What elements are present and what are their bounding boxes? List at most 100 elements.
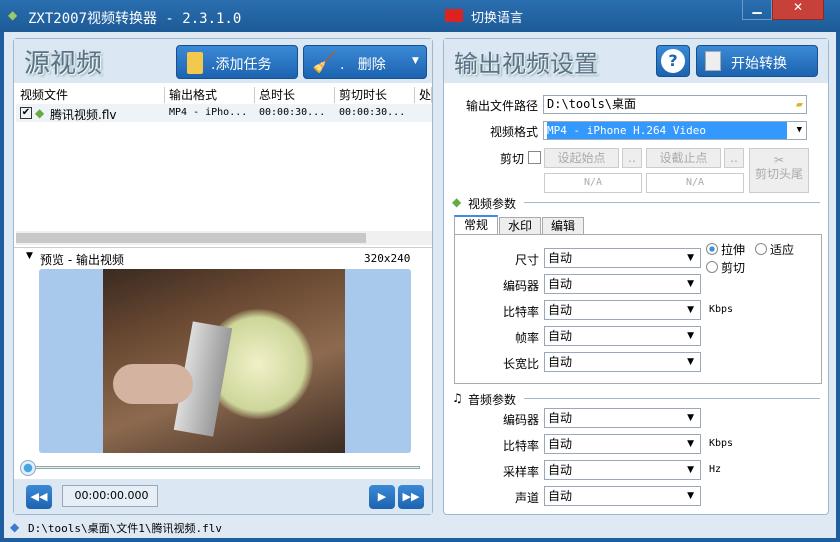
- param-value: 自动: [548, 277, 573, 291]
- row-checkbox[interactable]: ✔: [20, 107, 32, 119]
- delete-button[interactable]: 🧹 . 删除 ▼: [303, 45, 427, 79]
- preview-label: 预览 - 输出视频: [40, 253, 124, 267]
- end-time-value: N/A: [646, 173, 744, 193]
- info-icon: ◆: [10, 520, 20, 534]
- column-header-cut[interactable]: 剪切时长: [335, 87, 415, 103]
- tab-general[interactable]: 常规: [454, 215, 498, 235]
- horizontal-scrollbar[interactable]: [16, 231, 432, 245]
- fast-forward-button[interactable]: ▶▶: [398, 485, 424, 509]
- film-icon: ◆: [452, 195, 462, 209]
- status-path: D:\tools\桌面\文件1\腾讯视频.flv: [28, 522, 222, 535]
- source-panel: 源视频 .添加任务 🧹 . 删除 ▼ 视频文件 输出格式 总时长 剪切时长 处 …: [13, 38, 433, 515]
- video-params-label: 视频参数: [468, 197, 517, 211]
- column-header-file[interactable]: 视频文件: [16, 87, 165, 103]
- format-value: MP4 - iPhone H.264 Video: [547, 122, 787, 139]
- help-icon: ?: [661, 49, 685, 73]
- radio-crop-label: 剪切: [721, 261, 746, 275]
- preview-area: [39, 269, 411, 453]
- param-select[interactable]: 自动: [544, 486, 701, 506]
- param-label: 帧率: [514, 331, 539, 345]
- delete-label: . 删除: [340, 57, 386, 73]
- output-path-value: D:\tools\桌面: [547, 97, 637, 111]
- param-label: 采样率: [502, 465, 539, 479]
- cut-ends-button[interactable]: ✂ 剪切头尾: [749, 148, 809, 193]
- param-label: 比特率: [502, 305, 539, 319]
- window-title: ZXT2007视频转换器 - 2.3.1.0: [28, 11, 242, 27]
- param-label: 长宽比: [502, 357, 539, 371]
- folder-icon: [187, 52, 203, 74]
- param-select[interactable]: 自动: [544, 300, 701, 320]
- collapse-icon[interactable]: ▼: [26, 251, 33, 261]
- music-note-icon: ♫: [452, 391, 463, 405]
- source-title: 源视频: [24, 49, 103, 79]
- param-select[interactable]: 自动: [544, 274, 701, 294]
- radio-fit-label: 适应: [770, 243, 795, 257]
- param-value: 自动: [548, 355, 573, 369]
- dropdown-arrow-icon[interactable]: ▼: [412, 56, 419, 66]
- param-value: 自动: [548, 489, 573, 503]
- tab-watermark[interactable]: 水印: [499, 217, 541, 235]
- add-task-label: .添加任务: [211, 57, 272, 73]
- param-select[interactable]: 自动: [544, 248, 701, 268]
- convert-file-icon: [705, 51, 721, 71]
- minimize-button[interactable]: ▁: [742, 0, 772, 20]
- cut-label: 剪切: [499, 152, 524, 166]
- dropdown-arrow-icon[interactable]: ▼: [797, 122, 802, 139]
- radio-stretch-label: 拉伸: [721, 243, 746, 257]
- add-task-button[interactable]: .添加任务: [176, 45, 298, 79]
- param-select[interactable]: 自动: [544, 460, 701, 480]
- param-value: 自动: [548, 303, 573, 317]
- slider-thumb[interactable]: [20, 460, 36, 476]
- param-value: 自动: [548, 437, 573, 451]
- play-button[interactable]: ▶: [369, 485, 395, 509]
- param-select[interactable]: 自动: [544, 434, 701, 454]
- param-label: 比特率: [502, 439, 539, 453]
- video-frame: [103, 269, 345, 453]
- radio-stretch[interactable]: [706, 243, 718, 255]
- video-file-icon: ◆: [35, 106, 45, 120]
- start-more-button[interactable]: ..: [622, 148, 642, 168]
- video-format-select[interactable]: MP4 - iPhone H.264 Video ▼: [543, 121, 807, 140]
- row-total: 00:00:30...: [259, 107, 326, 118]
- preview-size: 320x240: [364, 252, 411, 265]
- param-select[interactable]: 自动: [544, 408, 701, 428]
- param-label: 编码器: [502, 413, 539, 427]
- param-value: 自动: [548, 329, 573, 343]
- start-convert-button[interactable]: 开始转换: [696, 45, 818, 77]
- cut-checkbox[interactable]: [528, 151, 541, 164]
- seek-slider[interactable]: [20, 460, 420, 476]
- close-button[interactable]: ✕: [772, 0, 824, 20]
- table-row[interactable]: ✔ ◆ 腾讯视频.flv MP4 - iPho... 00:00:30... 0…: [16, 104, 432, 122]
- flag-icon: [445, 9, 463, 22]
- set-start-button[interactable]: 设起始点: [544, 148, 619, 168]
- set-end-button[interactable]: 设截止点: [646, 148, 721, 168]
- rewind-button[interactable]: ◀◀: [26, 485, 52, 509]
- param-value: 自动: [548, 463, 573, 477]
- folder-browse-icon[interactable]: ▰: [796, 96, 803, 113]
- start-time-value: N/A: [544, 173, 642, 193]
- param-select[interactable]: 自动: [544, 326, 701, 346]
- param-label: 声道: [514, 491, 539, 505]
- output-settings-panel: 输出视频设置 ? 开始转换 输出文件路径 D:\tools\桌面 ▰ 视频格式 M…: [443, 38, 829, 515]
- param-unit: Kbps: [709, 438, 734, 449]
- radio-fit[interactable]: [755, 243, 767, 255]
- output-title: 输出视频设置: [454, 50, 598, 78]
- help-button[interactable]: ?: [656, 45, 690, 77]
- param-value: 自动: [548, 251, 573, 265]
- broom-icon: 🧹: [312, 50, 337, 74]
- path-label: 输出文件路径: [465, 99, 538, 113]
- param-select[interactable]: 自动: [544, 352, 701, 372]
- column-header-total[interactable]: 总时长: [255, 87, 335, 103]
- output-path-field[interactable]: D:\tools\桌面 ▰: [543, 95, 807, 114]
- format-label: 视频格式: [489, 125, 538, 139]
- tab-edit[interactable]: 编辑: [542, 217, 584, 235]
- radio-crop[interactable]: [706, 261, 718, 273]
- row-cut: 00:00:30...: [339, 107, 406, 118]
- time-display: 00:00:00.000: [62, 485, 158, 507]
- param-value: 自动: [548, 411, 573, 425]
- end-more-button[interactable]: ..: [724, 148, 744, 168]
- column-header-process[interactable]: 处: [415, 87, 432, 103]
- audio-params-label: 音频参数: [468, 393, 517, 407]
- column-header-format[interactable]: 输出格式: [165, 87, 255, 103]
- param-unit: Kbps: [709, 304, 734, 315]
